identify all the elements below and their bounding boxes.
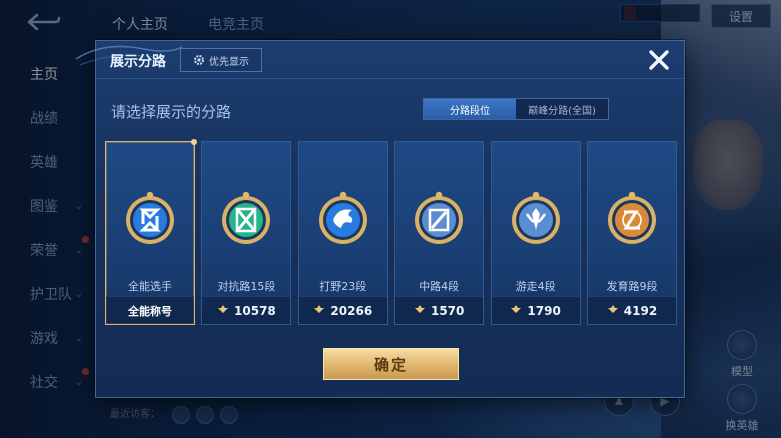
gear-icon — [194, 55, 204, 65]
lane-footer: 4192 — [588, 296, 676, 324]
power-score-icon — [217, 303, 229, 318]
jungle-lane-badge-icon — [316, 190, 370, 250]
lane-name: 中路4段 — [419, 280, 460, 293]
lane-name: 发育路9段 — [606, 280, 658, 293]
lane-footer-value: 1790 — [527, 303, 561, 318]
lane-mode-switch: 分路段位 巅峰分路(全国) — [423, 98, 609, 120]
dialog-title: 展示分路 — [110, 54, 166, 70]
lane-card[interactable]: 中路4段 1570 — [394, 141, 485, 325]
confirm-button[interactable]: 确定 — [323, 348, 459, 380]
lane-footer: 1570 — [395, 296, 484, 324]
tab-lane-rank[interactable]: 分路段位 — [424, 99, 516, 119]
lane-footer: 1790 — [491, 296, 580, 324]
lane-card[interactable]: 打野23段 20266 — [297, 141, 388, 325]
lane-name: 打野23段 — [319, 280, 367, 293]
clash-lane-badge-icon — [219, 190, 273, 250]
lane-card[interactable]: 游走4段 1790 — [490, 141, 581, 325]
lane-footer-value: 20266 — [330, 303, 373, 318]
tab-peak-lane-national[interactable]: 巅峰分路(全国) — [516, 99, 608, 119]
dialog-subtitle: 请选择展示的分路 — [111, 103, 232, 121]
power-score-icon — [414, 303, 426, 318]
mid-lane-badge-icon — [412, 190, 466, 250]
priority-display-button[interactable]: 优先显示 — [180, 48, 262, 72]
lane-card[interactable]: 发育路9段 4192 — [587, 141, 677, 325]
lane-footer-value: 10578 — [234, 303, 276, 318]
lane-footer: 20266 — [298, 296, 387, 324]
lane-footer: 10578 — [202, 296, 291, 324]
priority-display-label: 优先显示 — [209, 56, 249, 68]
close-icon — [649, 50, 669, 70]
roam-lane-badge-icon — [509, 190, 563, 250]
lane-name: 全能选手 — [128, 280, 172, 293]
lane-display-dialog: 展示分路 优先显示 请选择展示的分路 分路段位 巅峰分路(全国) 全能选手全能称… — [75, 40, 685, 398]
farm-lane-badge-icon — [605, 190, 659, 250]
power-score-icon — [510, 303, 522, 318]
lane-footer-value: 1570 — [430, 303, 465, 318]
lane-footer-value: 全能称号 — [128, 304, 172, 318]
selected-corner-marker — [191, 139, 197, 145]
lane-card-list: 全能选手 全能称号 对抗路15段 10578 打野23段 20266 中路4段 1570 游走4… — [105, 139, 677, 327]
lane-footer: 全能称号 — [106, 296, 194, 324]
lane-footer-value: 4192 — [623, 303, 658, 318]
power-score-icon — [607, 303, 619, 318]
dialog-header: 展示分路 优先显示 — [75, 41, 684, 79]
close-button[interactable] — [644, 45, 674, 75]
lane-card[interactable]: 对抗路15段 10578 — [201, 141, 292, 325]
lane-card[interactable]: 全能选手 全能称号 — [105, 139, 197, 325]
power-score-icon — [313, 303, 325, 318]
allround-lane-badge-icon — [123, 190, 177, 250]
lane-name: 对抗路15段 — [217, 280, 276, 293]
lane-name: 游走4段 — [515, 280, 556, 293]
